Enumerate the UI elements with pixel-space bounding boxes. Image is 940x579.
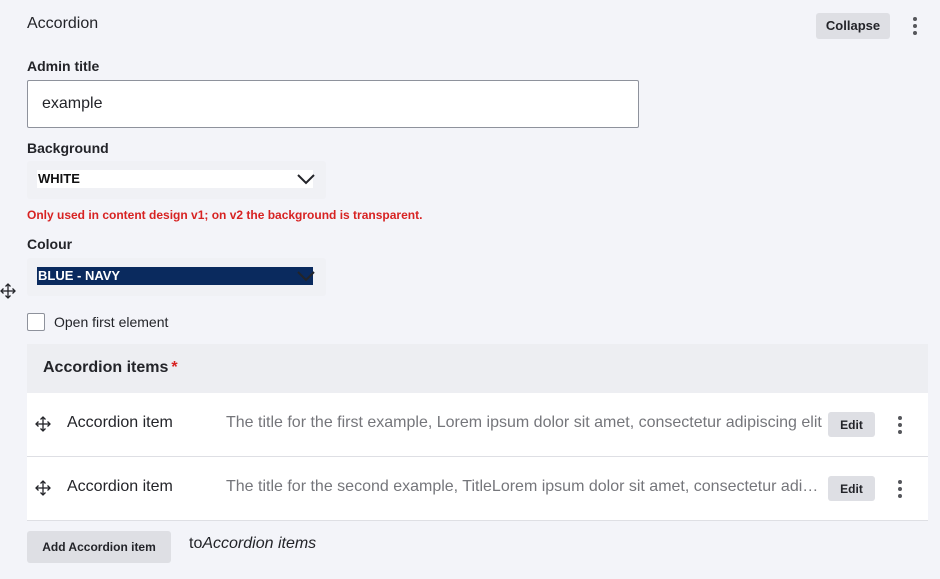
background-select[interactable]: WHITE <box>27 161 326 199</box>
background-selected-value: WHITE <box>37 170 313 188</box>
required-marker: * <box>171 359 178 376</box>
accordion-items-header: Accordion items * <box>27 344 928 393</box>
admin-title-input[interactable] <box>27 80 639 128</box>
chevron-down-icon <box>297 271 315 282</box>
open-first-element-checkbox[interactable] <box>27 313 45 331</box>
add-target-name: Accordion items <box>202 535 317 552</box>
drag-handle-icon[interactable] <box>35 480 51 496</box>
admin-title-label: Admin title <box>27 58 100 74</box>
colour-select[interactable]: BLUE - NAVY <box>27 258 326 296</box>
paragraph-actions-kebab-icon[interactable] <box>905 14 925 38</box>
row-actions-kebab-icon[interactable] <box>890 413 910 437</box>
table-row: Accordion item The title for the second … <box>27 457 928 521</box>
drag-handle-icon[interactable] <box>35 416 51 432</box>
paragraph-title: Accordion <box>27 15 99 32</box>
row-type-label: Accordion item <box>67 478 173 495</box>
edit-button[interactable]: Edit <box>828 476 875 501</box>
chevron-down-icon <box>297 174 315 185</box>
colour-selected-value: BLUE - NAVY <box>37 267 313 285</box>
table-row: Accordion item The title for the first e… <box>27 393 928 457</box>
collapse-button[interactable]: Collapse <box>816 13 890 39</box>
move-icon[interactable] <box>0 283 16 299</box>
add-target-text: toAccordion items <box>189 535 317 552</box>
background-label: Background <box>27 140 109 156</box>
row-actions-kebab-icon[interactable] <box>890 477 910 501</box>
row-summary: The title for the first example, Lorem i… <box>226 414 822 431</box>
row-type-label: Accordion item <box>67 414 173 431</box>
open-first-element-label: Open first element <box>54 314 169 330</box>
background-warning: Only used in content design v1; on v2 th… <box>27 208 423 222</box>
colour-label: Colour <box>27 236 73 252</box>
accordion-items-title: Accordion items <box>43 359 169 376</box>
edit-button[interactable]: Edit <box>828 412 875 437</box>
row-summary: The title for the second example, TitleL… <box>226 478 824 495</box>
add-accordion-item-button[interactable]: Add Accordion item <box>27 531 171 563</box>
